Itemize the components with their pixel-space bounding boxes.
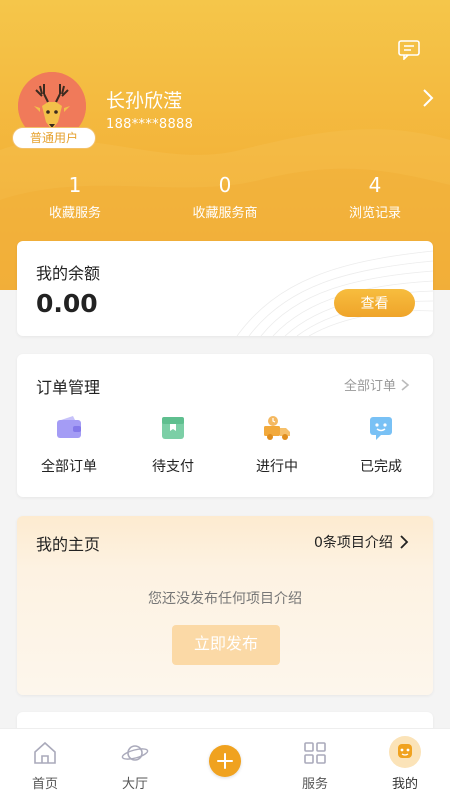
tab-services[interactable]: 服务 [270, 729, 360, 800]
plus-icon [209, 745, 241, 777]
order-item-all[interactable]: 全部订单 [17, 414, 121, 476]
home-icon [34, 741, 56, 764]
tab-label: 大厅 [121, 777, 148, 792]
order-item-label: 全部订单 [41, 459, 97, 475]
tab-hall[interactable]: 大厅 [90, 729, 180, 800]
view-balance-button[interactable]: 查看 [334, 289, 415, 317]
pending-payment-icon [162, 417, 184, 439]
balance-amount: 0.00 [36, 289, 98, 318]
project-intro-count: 0条项目介绍 [314, 535, 393, 551]
project-intro-count-link[interactable]: 0条项目介绍 [314, 532, 409, 552]
order-item-label: 进行中 [256, 459, 298, 475]
stat-favorite-services[interactable]: 1 收藏服务 [0, 172, 150, 232]
all-orders-link-label: 全部订单 [344, 379, 397, 394]
order-item-in-progress[interactable]: 进行中 [225, 414, 329, 476]
user-phone: 188****8888 [106, 117, 194, 132]
stat-label: 浏览记录 [348, 206, 401, 221]
chevron-right-icon [401, 378, 410, 391]
stat-browse-history[interactable]: 4 浏览记录 [300, 172, 450, 232]
stat-value: 1 [68, 173, 82, 197]
order-item-label: 待支付 [152, 459, 194, 475]
stat-label: 收藏服务 [48, 206, 101, 221]
order-item-completed[interactable]: 已完成 [329, 414, 433, 476]
balance-title: 我的余额 [36, 264, 101, 283]
publish-now-button[interactable]: 立即发布 [172, 625, 280, 665]
user-name: 长孙欣滢 [106, 90, 183, 112]
tab-label: 服务 [301, 777, 328, 792]
user-icon [389, 736, 421, 768]
tab-home[interactable]: 首页 [0, 729, 90, 800]
completed-chat-icon [370, 417, 392, 440]
order-status-row: 全部订单 待支付 进行中 已完成 [17, 414, 433, 476]
tab-label: 我的 [391, 777, 418, 792]
tab-mine[interactable]: 我的 [360, 729, 450, 800]
balance-card: 我的余额 0.00 查看 [17, 241, 433, 336]
stat-value: 0 [218, 173, 232, 197]
all-orders-link[interactable]: 全部订单 [344, 375, 410, 394]
stat-label: 收藏服务商 [192, 206, 258, 221]
tab-add[interactable] [180, 729, 270, 800]
wallet-icon [57, 416, 81, 438]
order-management-card: 订单管理 全部订单 全部订单 待支付 进行中 已完成 [17, 354, 433, 497]
delivery-truck-icon [264, 416, 290, 440]
stats-row: 1 收藏服务 0 收藏服务商 4 浏览记录 [0, 172, 450, 232]
message-icon[interactable] [398, 40, 420, 60]
planet-icon [121, 745, 149, 761]
homepage-title: 我的主页 [36, 535, 101, 554]
stat-value: 4 [368, 173, 382, 197]
stat-favorite-providers[interactable]: 0 收藏服务商 [150, 172, 300, 232]
order-item-pending-payment[interactable]: 待支付 [121, 414, 225, 476]
tab-label: 首页 [31, 777, 58, 792]
my-homepage-card: 我的主页 0条项目介绍 您还没发布任何项目介绍 立即发布 [17, 516, 433, 695]
user-level-badge: 普通用户 [12, 127, 96, 149]
order-item-label: 已完成 [360, 459, 402, 475]
chevron-right-icon[interactable] [420, 86, 436, 110]
chevron-right-icon [400, 535, 409, 549]
order-section-title: 订单管理 [36, 378, 101, 397]
bottom-tab-bar: 首页 大厅 服务 我的 [0, 728, 450, 800]
grid-icon [304, 742, 326, 764]
homepage-empty-text: 您还没发布任何项目介绍 [148, 591, 302, 607]
